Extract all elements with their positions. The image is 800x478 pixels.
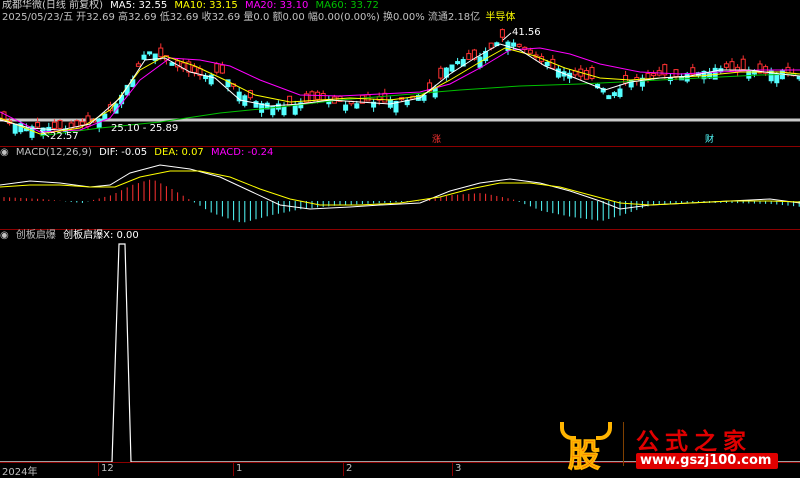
axis-label-mar: 3 <box>455 463 462 474</box>
candle-body <box>606 95 612 100</box>
candle-body <box>12 123 18 134</box>
candle-body <box>544 61 550 67</box>
candle-body <box>673 69 679 77</box>
candle-body <box>527 49 533 54</box>
candle-body <box>449 64 455 72</box>
candle-body <box>147 51 153 55</box>
candle-body <box>488 42 494 49</box>
watermark-site-name: 公式之家 <box>636 429 752 455</box>
axis-label-feb: 2 <box>346 463 353 474</box>
candle-body <box>611 92 617 97</box>
zhang-marker[interactable]: 涨 <box>432 135 441 146</box>
axis-tick-dec <box>98 463 99 476</box>
candle-body <box>511 42 517 47</box>
candle-body <box>292 105 298 115</box>
candle-body <box>382 92 388 103</box>
dif-line <box>0 164 800 210</box>
candle-body <box>466 53 472 60</box>
candle-body <box>499 29 505 38</box>
candle-body <box>354 103 360 109</box>
cai-marker[interactable]: 财 <box>705 135 714 146</box>
candle-body <box>51 121 57 129</box>
candle-body <box>455 61 461 65</box>
candle-body <box>555 68 561 78</box>
watermark-logo-char: 股 <box>567 436 601 475</box>
candle-body <box>214 63 220 73</box>
watermark-divider <box>623 422 624 466</box>
high-price-label: 41.56 <box>512 27 541 38</box>
candle-body <box>79 121 85 126</box>
candle-body <box>191 66 197 73</box>
candle-body <box>35 122 41 128</box>
axis-tick-feb <box>343 463 344 476</box>
candle-body <box>651 73 657 77</box>
low-price-label: 22.57 <box>50 131 79 142</box>
candle-body <box>438 67 444 79</box>
watermark-horns-icon: 股 <box>560 422 612 475</box>
axis-tick-jan <box>233 463 234 476</box>
candle-body <box>102 113 108 120</box>
candle-body <box>723 63 729 68</box>
candle-body <box>57 120 63 129</box>
macd-chart[interactable] <box>0 147 800 229</box>
candle-body <box>135 63 141 67</box>
candle-body <box>516 43 522 47</box>
range-label: 25.10 - 25.89 <box>111 123 179 134</box>
candle-body <box>684 72 690 82</box>
watermark-url: www.gszj100.com <box>640 453 772 468</box>
candle-body <box>589 67 595 79</box>
candle-body <box>141 54 147 60</box>
candle-body <box>617 88 623 97</box>
candle-body <box>158 47 164 58</box>
axis-tick-mar <box>452 463 453 476</box>
candle-body <box>343 104 349 111</box>
axis-label-dec: 12 <box>101 463 114 474</box>
axis-label-jan: 1 <box>236 463 243 474</box>
macd-histogram <box>3 179 800 223</box>
dea-line <box>0 170 800 206</box>
candle-body <box>219 64 225 74</box>
candle-body <box>281 106 287 116</box>
watermark: 股 公式之家 www.gszj100.com <box>560 418 800 475</box>
ma5-line <box>0 43 800 131</box>
candle-body <box>729 61 735 72</box>
candle-body <box>740 58 746 71</box>
